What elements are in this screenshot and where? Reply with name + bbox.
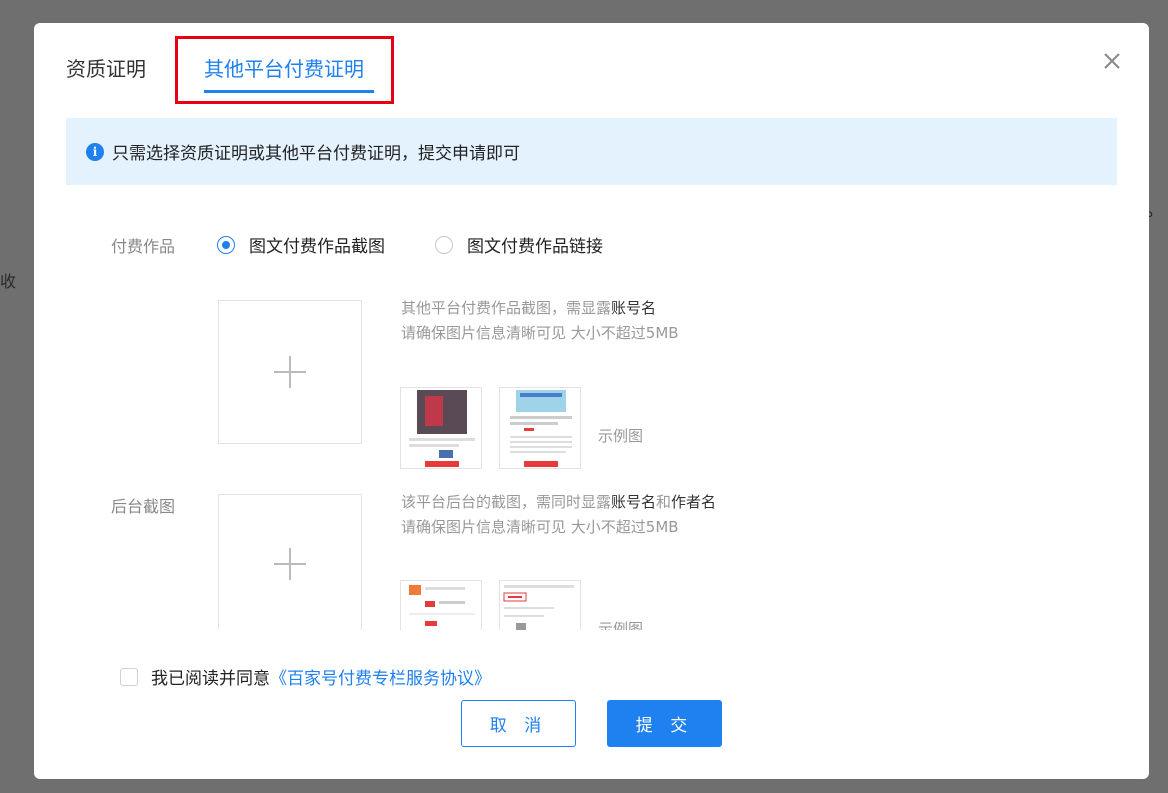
sample-image-2[interactable] <box>499 387 581 469</box>
agreement-row[interactable]: 我已阅读并同意 《百家号付费专栏服务协议》 <box>120 664 491 689</box>
submit-button[interactable]: 提 交 <box>607 700 722 747</box>
agreement-link[interactable]: 《百家号付费专栏服务协议》 <box>270 664 491 689</box>
backend-size-hint: 请确保图片信息清晰可见 大小不超过5MB <box>401 518 679 536</box>
agreement-text: 我已阅读并同意 <box>151 669 270 689</box>
hint-emphasis: 账号名 <box>611 299 657 317</box>
tab-qualification[interactable]: 资质证明 <box>66 53 146 82</box>
cancel-button[interactable]: 取 消 <box>461 700 576 747</box>
info-icon: i <box>86 142 104 161</box>
plus-icon <box>274 356 306 388</box>
radio-button-checked[interactable] <box>217 235 235 254</box>
sample-label: 示例图 <box>598 427 644 445</box>
sample-label: 示例图 <box>598 620 644 630</box>
agreement-checkbox[interactable] <box>120 667 138 686</box>
radio-label: 图文付费作品链接 <box>467 237 603 257</box>
sample-image-4[interactable] <box>499 580 581 630</box>
plus-icon <box>274 548 306 580</box>
sample-image-3[interactable] <box>400 580 482 630</box>
radio-paid-link[interactable]: 图文付费作品链接 <box>435 232 603 257</box>
hint-emphasis: 账号名 <box>611 493 657 511</box>
apply-modal: 资质证明 其他平台付费证明 i 只需选择资质证明或其他平台付费证明，提交申请即可… <box>34 23 1149 779</box>
radio-paid-screenshot[interactable]: 图文付费作品截图 <box>217 232 385 257</box>
backend-hint: 该平台后台的截图，需同时显露账号名和作者名 <box>401 493 717 511</box>
notice-text: 只需选择资质证明或其他平台付费证明，提交申请即可 <box>112 144 520 164</box>
sample-image-1[interactable] <box>400 387 482 469</box>
paid-size-hint: 请确保图片信息清晰可见 大小不超过5MB <box>401 324 679 342</box>
close-icon[interactable] <box>1100 49 1124 73</box>
highlight-annotation-box <box>175 36 394 104</box>
upload-backend-screenshot[interactable] <box>218 494 362 630</box>
radio-button[interactable] <box>435 235 453 254</box>
upload-paid-screenshot[interactable] <box>218 300 362 444</box>
paid-work-label: 付费作品 <box>111 237 176 256</box>
backend-label: 后台截图 <box>111 497 176 516</box>
background-text-left: 收 <box>0 272 17 291</box>
radio-label: 图文付费作品截图 <box>249 237 385 257</box>
hint-emphasis: 作者名 <box>671 493 717 511</box>
form-scroll-area[interactable]: 付费作品 图文付费作品截图 图文付费作品链接 其他平台付费作品截图，需显露账号名… <box>34 198 1149 630</box>
paid-hint: 其他平台付费作品截图，需显露账号名 <box>401 299 657 317</box>
info-notice: i 只需选择资质证明或其他平台付费证明，提交申请即可 <box>66 118 1117 185</box>
